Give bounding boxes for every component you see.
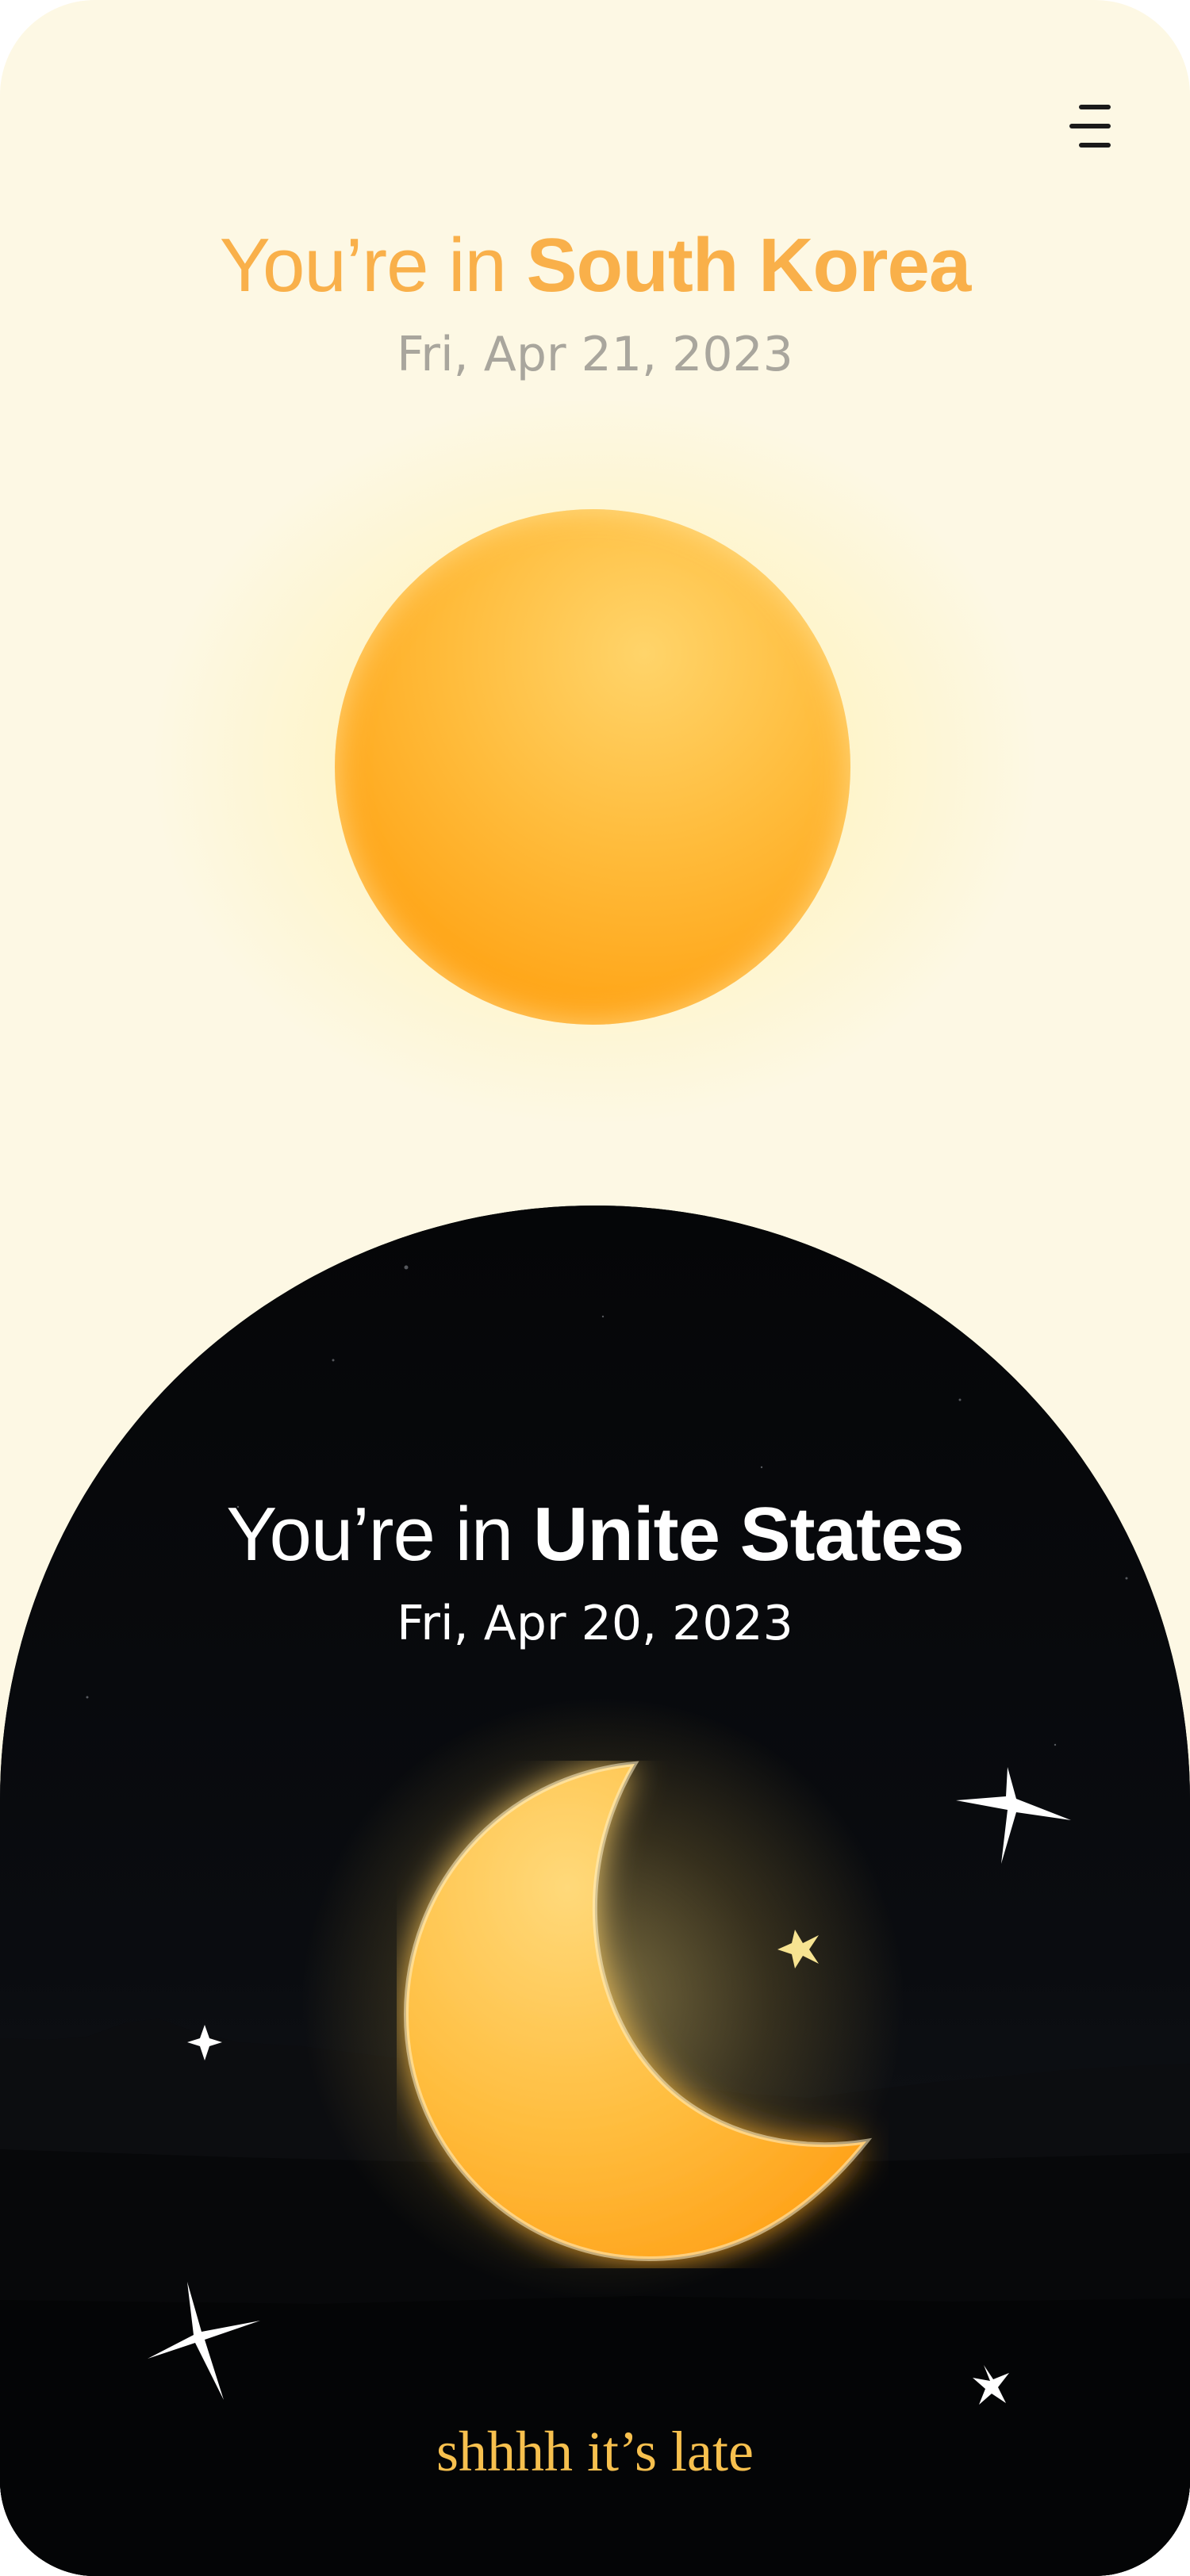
day-country: South Korea xyxy=(526,223,972,308)
menu-icon-line xyxy=(1079,143,1111,148)
late-message: shhhh it’s late xyxy=(436,2420,754,2483)
menu-icon-line xyxy=(1069,124,1111,128)
night-date: Fri, Apr 20, 2023 xyxy=(397,1596,793,1651)
day-location-heading: You’re in South Korea xyxy=(0,222,1190,309)
night-location-heading: You’re in Unite States xyxy=(0,1491,1190,1578)
app-screen: You’re in South Korea Fri, Apr 21, 2023 xyxy=(0,0,1190,2576)
sun-icon xyxy=(335,509,850,1025)
night-country: Unite States xyxy=(532,1492,965,1577)
menu-icon xyxy=(1079,105,1111,109)
night-panel: You’re in Unite States Fri, Apr 20, 2023… xyxy=(0,1206,1190,2576)
night-location-prefix: You’re in xyxy=(226,1492,533,1577)
moon-icon xyxy=(403,1761,873,2262)
day-location-prefix: You’re in xyxy=(219,223,527,308)
menu-button[interactable] xyxy=(1055,95,1111,159)
day-date: Fri, Apr 21, 2023 xyxy=(397,327,793,382)
